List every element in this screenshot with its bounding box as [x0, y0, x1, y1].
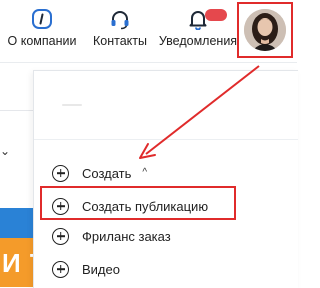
nav-notifications-label: Уведомления [158, 34, 238, 48]
plus-circle-icon [52, 164, 69, 182]
nav-about-label: О компании [7, 34, 77, 48]
create-menu-toggle[interactable]: Создать ^ [52, 162, 147, 184]
info-icon [32, 9, 52, 29]
video-item[interactable]: Видео [52, 258, 120, 280]
avatar-highlight[interactable] [237, 2, 293, 58]
notification-badge [205, 9, 227, 21]
chevron-up-icon: ^ [142, 166, 148, 178]
chevron-down-icon[interactable]: ⌄ [0, 144, 10, 158]
freelance-order-item[interactable]: Фриланс заказ [52, 225, 171, 247]
freelance-order-label: Фриланс заказ [82, 228, 171, 244]
avatar[interactable] [244, 9, 286, 51]
top-header: О компании Контакты Уведомления [0, 0, 297, 63]
plus-circle-icon [52, 260, 69, 278]
page-divider [0, 110, 33, 111]
dropdown-divider [34, 139, 298, 140]
nav-about[interactable]: О компании [7, 8, 77, 58]
video-label: Видео [82, 261, 120, 277]
create-dropdown-menu: Создать ^ Создать публикацию Фриланс зак… [33, 70, 298, 288]
dropdown-faint-line [62, 104, 82, 106]
user-avatar-icon [244, 9, 286, 51]
plus-circle-icon [52, 227, 69, 245]
headset-icon [111, 11, 129, 30]
nav-contacts-label: Контакты [93, 34, 147, 48]
nav-contacts[interactable]: Контакты [90, 8, 150, 58]
create-publication-highlight [40, 186, 236, 220]
create-label: Создать [82, 165, 132, 181]
